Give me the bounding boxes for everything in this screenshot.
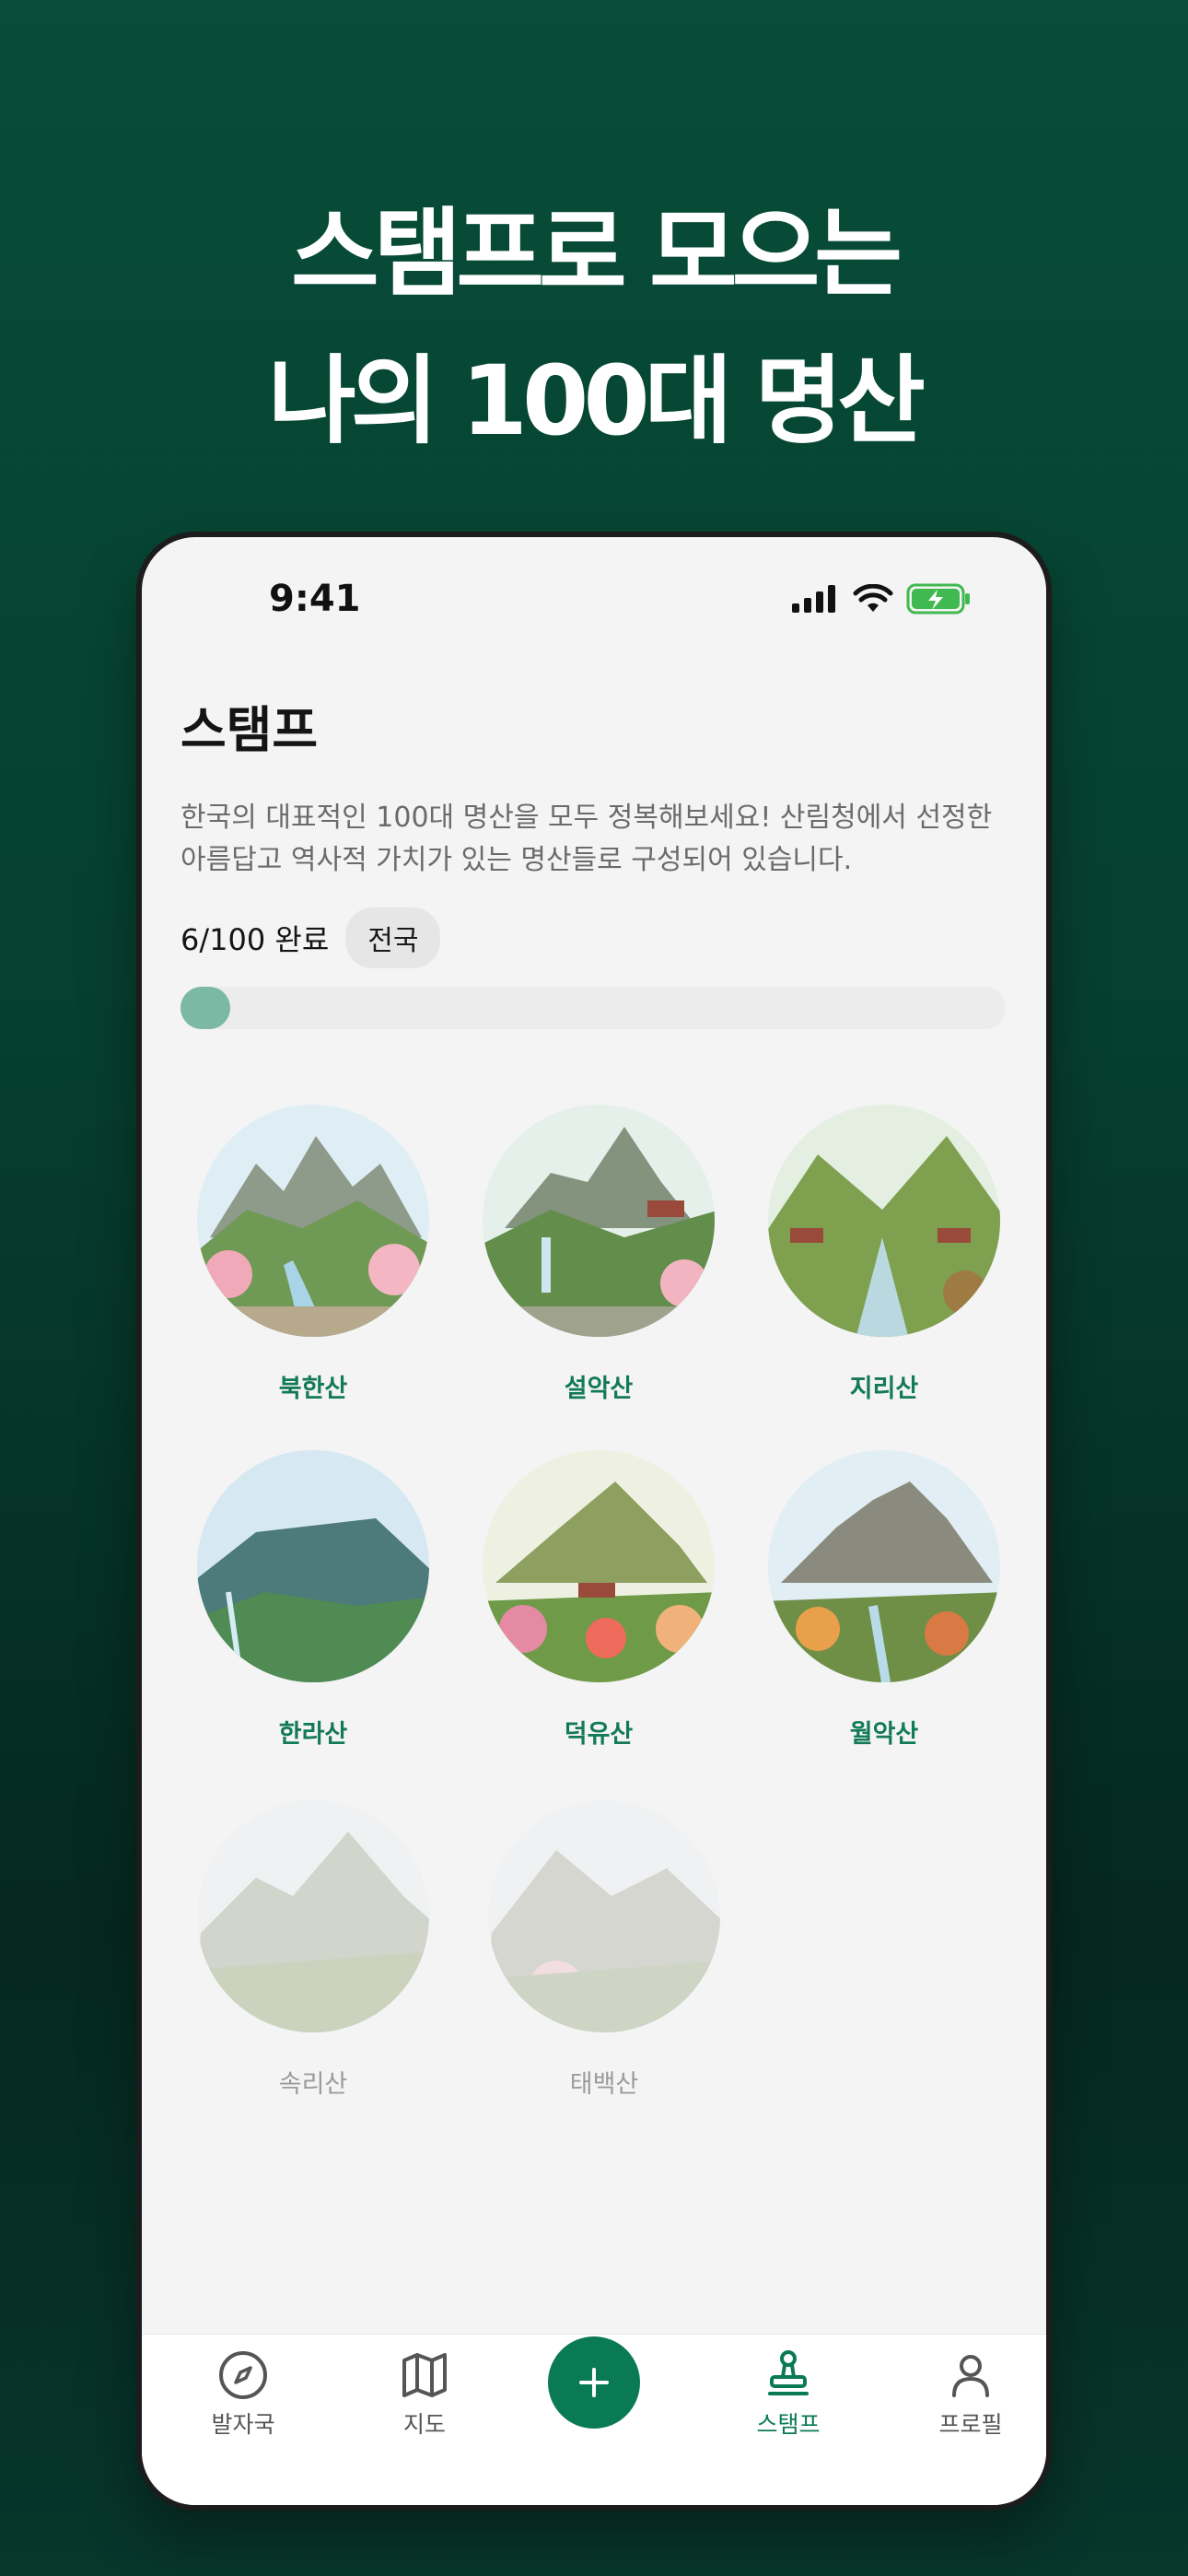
stamp-label: 월악산 <box>849 1720 919 1749</box>
stamp-label: 설악산 <box>564 1375 634 1403</box>
headline-line-1: 스탬프로 모으는 <box>291 197 903 310</box>
stamp-item[interactable]: 한라산 <box>184 1445 442 1750</box>
wifi-icon <box>853 584 893 612</box>
progress-bar <box>181 987 1006 1029</box>
stamp-item[interactable]: 덕유산 <box>470 1445 728 1750</box>
mountain-stamp-image <box>768 1450 1000 1682</box>
compass-icon <box>219 2351 267 2399</box>
mountain-stamp-image <box>197 1450 429 1682</box>
app-screen: 9:41 스탬프 한국의 대표적인 100대 명산을 모두 정복해보세요! 산림… <box>142 537 1046 2505</box>
progress-fill <box>181 987 230 1029</box>
tab-label: 스탬프 <box>756 2411 821 2438</box>
promo-headline: 스탬프로 모으는 나의 100대 명산 <box>0 180 1188 474</box>
stamp-label: 한라산 <box>278 1720 348 1749</box>
status-bar: 9:41 <box>142 537 1046 657</box>
tab-profile[interactable]: 프로필 <box>906 2348 1035 2440</box>
stamp-label: 덕유산 <box>564 1720 634 1749</box>
stamp-icon <box>768 2350 809 2395</box>
headline-line-2: 나의 100대 명산 <box>268 345 926 457</box>
mountain-stamp-image <box>197 1800 429 2032</box>
mountain-stamp-image <box>488 1800 720 2032</box>
tab-bar: 발자국 지도 스탬프 프로필 <box>142 2334 1046 2505</box>
phone-frame: 9:41 스탬프 한국의 대표적인 100대 명산을 모두 정복해보세요! 산림… <box>136 532 1052 2511</box>
tab-label: 프로필 <box>938 2411 1003 2438</box>
plus-icon <box>579 2368 609 2397</box>
stamp-label: 태백산 <box>569 2070 639 2099</box>
status-icons <box>792 583 973 615</box>
stamp-item[interactable]: 월악산 <box>755 1445 1013 1750</box>
stamp-label: 북한산 <box>278 1375 348 1403</box>
mountain-stamp-image <box>768 1105 1000 1337</box>
stamp-item-locked[interactable]: 태백산 <box>475 1795 733 2100</box>
status-time: 9:41 <box>269 578 361 620</box>
battery-charging-icon <box>906 583 970 615</box>
page-description: 한국의 대표적인 100대 명산을 모두 정복해보세요! 산림청에서 선정한 아… <box>181 802 993 876</box>
tab-footprints[interactable]: 발자국 <box>179 2348 308 2440</box>
stamp-item[interactable]: 설악산 <box>470 1099 728 1404</box>
stamp-item-locked[interactable]: 속리산 <box>184 1795 442 2100</box>
map-icon <box>402 2353 447 2397</box>
stamp-item[interactable]: 지리산 <box>755 1099 1013 1404</box>
stamp-label: 지리산 <box>849 1375 919 1403</box>
mountain-stamp-image <box>483 1105 715 1337</box>
signal-icon <box>792 585 835 613</box>
person-icon <box>952 2355 989 2397</box>
mountain-stamp-image <box>483 1450 715 1682</box>
add-button[interactable] <box>548 2336 640 2429</box>
stamp-item[interactable]: 북한산 <box>184 1099 442 1404</box>
tab-stamp[interactable]: 스탬프 <box>724 2348 853 2440</box>
region-filter-chip[interactable]: 전국 <box>345 907 441 968</box>
mountain-stamp-image <box>197 1105 429 1337</box>
tab-label: 지도 <box>402 2411 446 2438</box>
stamp-label: 속리산 <box>278 2070 348 2099</box>
tab-map[interactable]: 지도 <box>360 2348 489 2440</box>
progress-row: 6/100 완료 전국 <box>181 907 441 968</box>
tab-label: 발자국 <box>211 2411 275 2438</box>
page-title: 스탬프 <box>181 701 319 759</box>
progress-count: 6/100 완료 <box>181 922 330 957</box>
